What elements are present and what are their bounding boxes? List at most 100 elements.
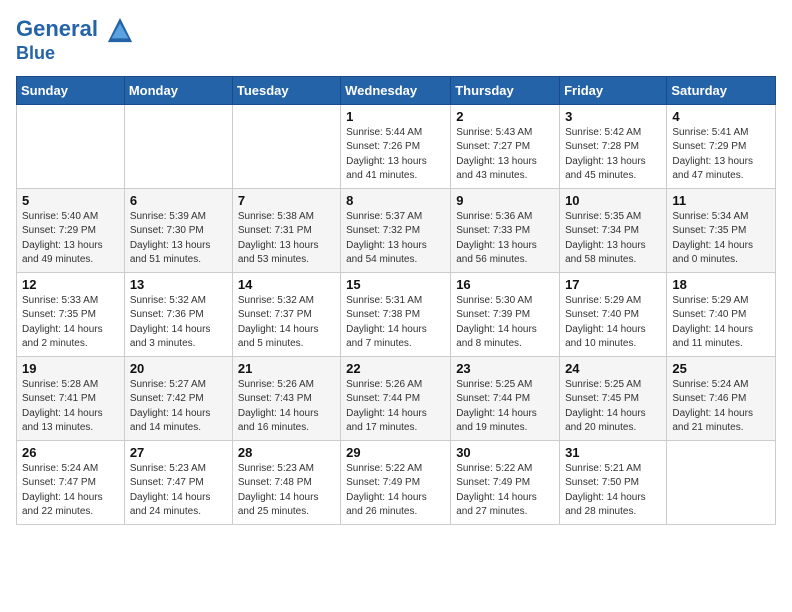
day-number: 16 [456, 277, 554, 292]
calendar-table: SundayMondayTuesdayWednesdayThursdayFrid… [16, 76, 776, 525]
weekday-header: Wednesday [341, 76, 451, 104]
day-number: 25 [672, 361, 770, 376]
calendar-header: SundayMondayTuesdayWednesdayThursdayFrid… [17, 76, 776, 104]
day-number: 14 [238, 277, 335, 292]
day-info: Sunrise: 5:32 AM Sunset: 7:37 PM Dayligh… [238, 294, 335, 352]
day-info: Sunrise: 5:42 AM Sunset: 7:28 PM Dayligh… [565, 126, 661, 184]
day-info: Sunrise: 5:32 AM Sunset: 7:36 PM Dayligh… [130, 294, 227, 352]
calendar-cell: 19 Sunrise: 5:28 AM Sunset: 7:41 PM Dayli… [17, 356, 125, 440]
day-number: 3 [565, 109, 661, 124]
day-info: Sunrise: 5:21 AM Sunset: 7:50 PM Dayligh… [565, 462, 661, 520]
day-info: Sunrise: 5:22 AM Sunset: 7:49 PM Dayligh… [456, 462, 554, 520]
day-info: Sunrise: 5:33 AM Sunset: 7:35 PM Dayligh… [22, 294, 119, 352]
calendar-week-row: 12 Sunrise: 5:33 AM Sunset: 7:35 PM Dayli… [17, 272, 776, 356]
calendar-cell: 21 Sunrise: 5:26 AM Sunset: 7:43 PM Dayli… [232, 356, 340, 440]
calendar-cell: 16 Sunrise: 5:30 AM Sunset: 7:39 PM Dayli… [451, 272, 560, 356]
day-info: Sunrise: 5:38 AM Sunset: 7:31 PM Dayligh… [238, 210, 335, 268]
day-info: Sunrise: 5:44 AM Sunset: 7:26 PM Dayligh… [346, 126, 445, 184]
weekday-header: Saturday [667, 76, 776, 104]
weekday-header: Monday [124, 76, 232, 104]
day-info: Sunrise: 5:36 AM Sunset: 7:33 PM Dayligh… [456, 210, 554, 268]
calendar-week-row: 19 Sunrise: 5:28 AM Sunset: 7:41 PM Dayli… [17, 356, 776, 440]
day-number: 29 [346, 445, 445, 460]
page-header: General Blue [16, 16, 776, 64]
day-info: Sunrise: 5:23 AM Sunset: 7:47 PM Dayligh… [130, 462, 227, 520]
day-info: Sunrise: 5:23 AM Sunset: 7:48 PM Dayligh… [238, 462, 335, 520]
day-number: 8 [346, 193, 445, 208]
calendar-cell: 28 Sunrise: 5:23 AM Sunset: 7:48 PM Dayli… [232, 440, 340, 524]
day-info: Sunrise: 5:27 AM Sunset: 7:42 PM Dayligh… [130, 378, 227, 436]
day-info: Sunrise: 5:25 AM Sunset: 7:45 PM Dayligh… [565, 378, 661, 436]
day-number: 5 [22, 193, 119, 208]
day-number: 12 [22, 277, 119, 292]
logo: General Blue [16, 16, 134, 64]
calendar-body: 1 Sunrise: 5:44 AM Sunset: 7:26 PM Daylig… [17, 104, 776, 524]
day-number: 26 [22, 445, 119, 460]
calendar-cell [124, 104, 232, 188]
day-number: 30 [456, 445, 554, 460]
weekday-header: Sunday [17, 76, 125, 104]
day-number: 9 [456, 193, 554, 208]
day-info: Sunrise: 5:35 AM Sunset: 7:34 PM Dayligh… [565, 210, 661, 268]
day-number: 27 [130, 445, 227, 460]
calendar-cell: 10 Sunrise: 5:35 AM Sunset: 7:34 PM Dayli… [560, 188, 667, 272]
day-number: 20 [130, 361, 227, 376]
calendar-cell [17, 104, 125, 188]
day-number: 28 [238, 445, 335, 460]
calendar-cell: 24 Sunrise: 5:25 AM Sunset: 7:45 PM Dayli… [560, 356, 667, 440]
calendar-cell: 26Sunrise: 5:24 AM Sunset: 7:47 PM Dayli… [17, 440, 125, 524]
calendar-cell: 4Sunrise: 5:41 AM Sunset: 7:29 PM Daylig… [667, 104, 776, 188]
calendar-cell: 5 Sunrise: 5:40 AM Sunset: 7:29 PM Daylig… [17, 188, 125, 272]
day-info: Sunrise: 5:28 AM Sunset: 7:41 PM Dayligh… [22, 378, 119, 436]
calendar-cell: 3 Sunrise: 5:42 AM Sunset: 7:28 PM Daylig… [560, 104, 667, 188]
calendar-week-row: 26Sunrise: 5:24 AM Sunset: 7:47 PM Dayli… [17, 440, 776, 524]
day-info: Sunrise: 5:26 AM Sunset: 7:43 PM Dayligh… [238, 378, 335, 436]
day-number: 18 [672, 277, 770, 292]
calendar-cell [667, 440, 776, 524]
calendar-cell: 29 Sunrise: 5:22 AM Sunset: 7:49 PM Dayli… [341, 440, 451, 524]
calendar-week-row: 5 Sunrise: 5:40 AM Sunset: 7:29 PM Daylig… [17, 188, 776, 272]
calendar-cell: 18 Sunrise: 5:29 AM Sunset: 7:40 PM Dayli… [667, 272, 776, 356]
calendar-cell [232, 104, 340, 188]
day-info: Sunrise: 5:31 AM Sunset: 7:38 PM Dayligh… [346, 294, 445, 352]
day-number: 24 [565, 361, 661, 376]
day-info: Sunrise: 5:34 AM Sunset: 7:35 PM Dayligh… [672, 210, 770, 268]
day-info: Sunrise: 5:43 AM Sunset: 7:27 PM Dayligh… [456, 126, 554, 184]
calendar-week-row: 1 Sunrise: 5:44 AM Sunset: 7:26 PM Daylig… [17, 104, 776, 188]
day-number: 15 [346, 277, 445, 292]
calendar-cell: 30 Sunrise: 5:22 AM Sunset: 7:49 PM Dayli… [451, 440, 560, 524]
calendar-cell: 27 Sunrise: 5:23 AM Sunset: 7:47 PM Dayli… [124, 440, 232, 524]
logo-text-blue: Blue [16, 44, 134, 64]
calendar-cell: 8Sunrise: 5:37 AM Sunset: 7:32 PM Daylig… [341, 188, 451, 272]
weekday-row: SundayMondayTuesdayWednesdayThursdayFrid… [17, 76, 776, 104]
day-info: Sunrise: 5:25 AM Sunset: 7:44 PM Dayligh… [456, 378, 554, 436]
day-number: 4 [672, 109, 770, 124]
day-info: Sunrise: 5:30 AM Sunset: 7:39 PM Dayligh… [456, 294, 554, 352]
day-number: 21 [238, 361, 335, 376]
day-info: Sunrise: 5:40 AM Sunset: 7:29 PM Dayligh… [22, 210, 119, 268]
weekday-header: Friday [560, 76, 667, 104]
day-number: 19 [22, 361, 119, 376]
calendar-cell: 25Sunrise: 5:24 AM Sunset: 7:46 PM Dayli… [667, 356, 776, 440]
calendar-cell: 15 Sunrise: 5:31 AM Sunset: 7:38 PM Dayli… [341, 272, 451, 356]
day-number: 10 [565, 193, 661, 208]
day-number: 11 [672, 193, 770, 208]
logo-text: General [16, 16, 134, 44]
calendar-cell: 23Sunrise: 5:25 AM Sunset: 7:44 PM Dayli… [451, 356, 560, 440]
day-info: Sunrise: 5:22 AM Sunset: 7:49 PM Dayligh… [346, 462, 445, 520]
day-info: Sunrise: 5:29 AM Sunset: 7:40 PM Dayligh… [672, 294, 770, 352]
calendar-cell: 13 Sunrise: 5:32 AM Sunset: 7:36 PM Dayli… [124, 272, 232, 356]
calendar-cell: 22Sunrise: 5:26 AM Sunset: 7:44 PM Dayli… [341, 356, 451, 440]
day-number: 1 [346, 109, 445, 124]
day-info: Sunrise: 5:29 AM Sunset: 7:40 PM Dayligh… [565, 294, 661, 352]
calendar-cell: 12 Sunrise: 5:33 AM Sunset: 7:35 PM Dayli… [17, 272, 125, 356]
day-number: 7 [238, 193, 335, 208]
calendar-cell: 17 Sunrise: 5:29 AM Sunset: 7:40 PM Dayli… [560, 272, 667, 356]
calendar-cell: 14 Sunrise: 5:32 AM Sunset: 7:37 PM Dayli… [232, 272, 340, 356]
calendar-cell: 6Sunrise: 5:39 AM Sunset: 7:30 PM Daylig… [124, 188, 232, 272]
day-number: 13 [130, 277, 227, 292]
day-number: 17 [565, 277, 661, 292]
day-info: Sunrise: 5:26 AM Sunset: 7:44 PM Dayligh… [346, 378, 445, 436]
calendar-cell: 2Sunrise: 5:43 AM Sunset: 7:27 PM Daylig… [451, 104, 560, 188]
calendar-cell: 11 Sunrise: 5:34 AM Sunset: 7:35 PM Dayli… [667, 188, 776, 272]
